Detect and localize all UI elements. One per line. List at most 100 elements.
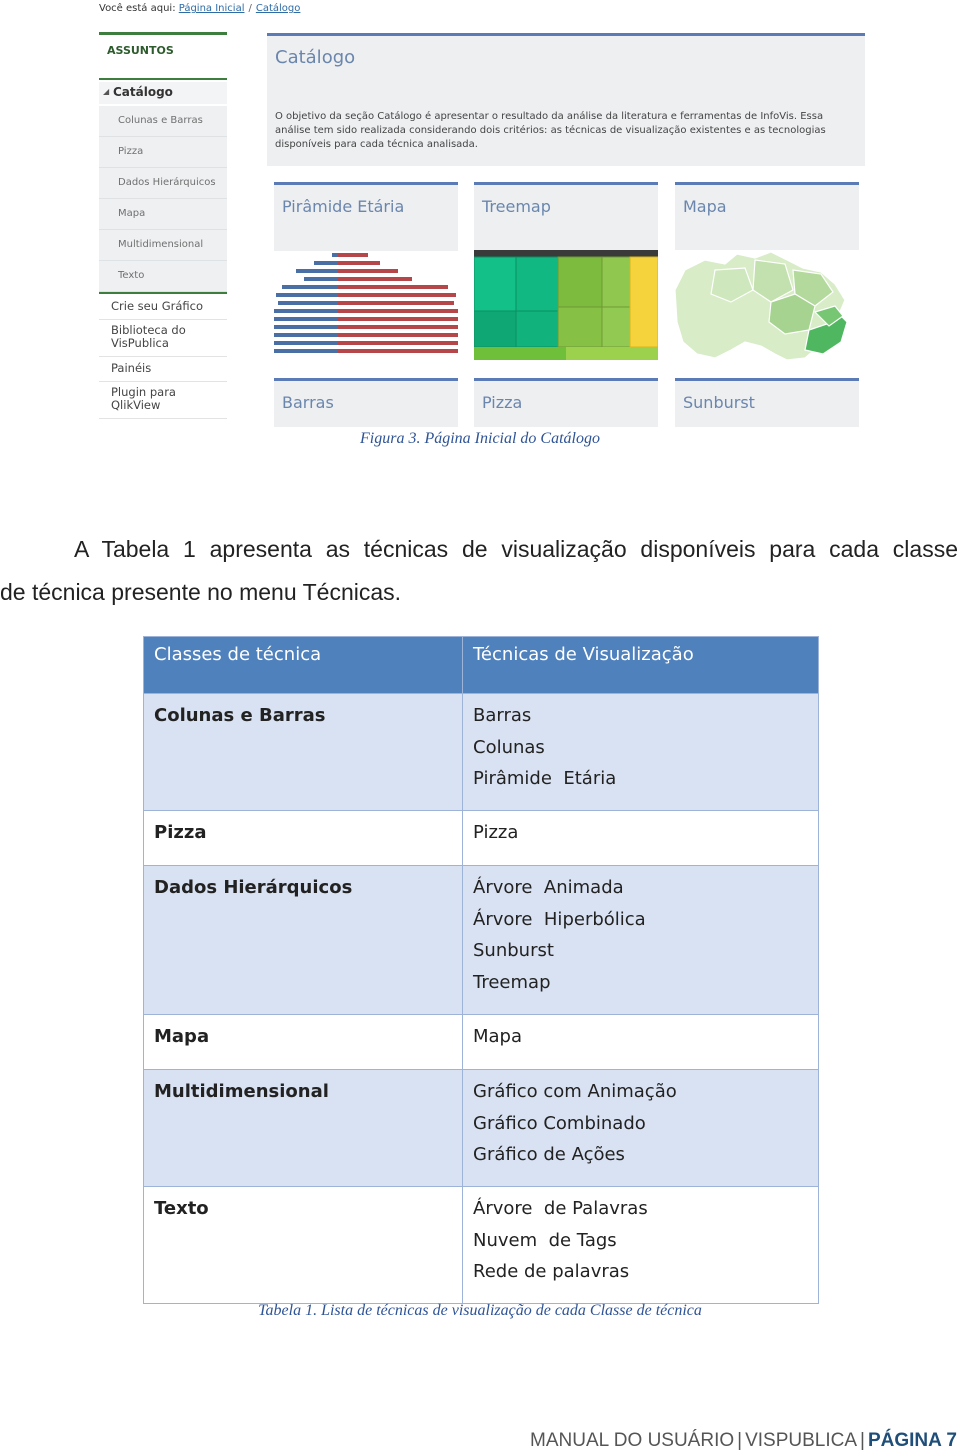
- table-row: Multidimensional Gráfico com Animação Gráf…: [143, 1069, 819, 1187]
- treemap-graphic: [474, 250, 658, 360]
- sidebar-subitem-dados-hierarquicos[interactable]: Dados Hierárquicos: [99, 168, 227, 199]
- technique-item: Árvore Animada: [473, 877, 624, 898]
- table-cell-class: Pizza: [143, 810, 463, 866]
- table-cell-techniques: Mapa: [462, 1014, 819, 1070]
- population-pyramid-graphic: [274, 253, 458, 353]
- sidebar-item-catalogo[interactable]: ◢ Catálogo: [99, 82, 227, 104]
- sidebar-item-label: Painéis: [111, 361, 152, 375]
- page-footer: MANUAL DO USUÁRIO | VISPUBLICA | PÁGINA 7: [530, 1430, 957, 1452]
- techniques-table: Classes de técnica Técnicas de Visualiza…: [143, 636, 819, 1304]
- technique-item: Pirâmide Etária: [473, 768, 617, 790]
- sidebar-subitem-label: Texto: [118, 270, 145, 281]
- technique-item: Gráfico de Ações: [473, 1144, 625, 1166]
- sidebar-subitem-label: Mapa: [118, 208, 146, 219]
- footer-product: VISPUBLICA: [745, 1430, 858, 1451]
- sidebar-item-paineis[interactable]: Painéis: [99, 357, 227, 382]
- catalog-description: O objetivo da seção Catálogo é apresenta…: [275, 111, 826, 150]
- expand-triangle-icon: ◢: [103, 87, 110, 96]
- table-row: Texto Árvore de Palavras Nuvem de Tags Rede…: [143, 1186, 819, 1304]
- tile-title: Sunburst: [683, 393, 755, 412]
- table-cell-class: Dados Hierárquicos: [143, 865, 463, 1015]
- technique-item: Mapa: [473, 1026, 523, 1047]
- technique-item: Gráfico com Animação: [473, 1081, 677, 1102]
- technique-item: Rede de palavras: [473, 1261, 630, 1283]
- breadcrumb-prefix: Você está aqui:: [99, 3, 176, 14]
- technique-item: Nuvem de Tags: [473, 1229, 617, 1251]
- table-header-classes: Classes de técnica: [143, 636, 463, 694]
- tile-barras[interactable]: Barras: [274, 378, 458, 427]
- tile-title: Barras: [282, 393, 334, 412]
- paragraph-line-1: A Tabela 1 apresenta as técnicas de visu…: [74, 536, 958, 562]
- tile-title: Mapa: [683, 197, 727, 216]
- tile-piramide-etaria[interactable]: Pirâmide Etária: [274, 182, 458, 251]
- technique-item: Gráfico Combinado: [473, 1112, 646, 1134]
- tile-mapa[interactable]: Mapa: [675, 182, 859, 251]
- sidebar-subitem-mapa[interactable]: Mapa: [99, 199, 227, 230]
- sidebar-header-rule: [99, 78, 227, 80]
- tile-sunburst[interactable]: Sunburst: [675, 378, 859, 427]
- tile-title: Pizza: [482, 393, 523, 412]
- technique-item: Sunburst: [473, 940, 554, 962]
- technique-item: Barras: [473, 705, 532, 726]
- sidebar-subitem-pizza[interactable]: Pizza: [99, 137, 227, 168]
- sidebar-subitem-label: Colunas e Barras: [118, 115, 203, 126]
- table-cell-class: Texto: [143, 1186, 463, 1304]
- tile-treemap[interactable]: Treemap: [474, 182, 658, 251]
- breadcrumb-separator: /: [248, 3, 252, 14]
- technique-item: Colunas: [473, 736, 545, 758]
- breadcrumb-home-link[interactable]: Página Inicial: [179, 3, 245, 14]
- sidebar-header: ASSUNTOS: [107, 44, 174, 57]
- catalog-title: Catálogo: [275, 47, 356, 68]
- sidebar-item-label: Plugin para QlikView: [111, 385, 176, 412]
- footer-separator: |: [860, 1430, 865, 1451]
- sidebar: ASSUNTOS ◢ Catálogo Colunas e Barras Piz…: [99, 32, 227, 420]
- tile-title: Pirâmide Etária: [282, 197, 405, 216]
- sidebar-item-label: Biblioteca do VisPublica: [111, 323, 186, 350]
- table-cell-class: Mapa: [143, 1014, 463, 1070]
- table-row: Colunas e Barras Barras Colunas Pirâmide Et…: [143, 693, 819, 811]
- table-row: Mapa Mapa: [143, 1014, 819, 1070]
- sidebar-item-crie-grafico[interactable]: Crie seu Gráfico: [99, 295, 227, 320]
- footer-manual: MANUAL DO USUÁRIO: [530, 1430, 735, 1451]
- table-header-tecnicas: Técnicas de Visualização: [462, 636, 819, 694]
- sidebar-item-plugin-qlikview[interactable]: Plugin para QlikView: [99, 382, 227, 419]
- figure-caption: Figura 3. Página Inicial do Catálogo: [360, 430, 600, 447]
- treemap-thumbnail: [474, 250, 658, 360]
- tile-title: Treemap: [482, 197, 551, 216]
- brazil-map-graphic: [675, 251, 848, 360]
- sidebar-item-label: Crie seu Gráfico: [111, 299, 203, 313]
- footer-page-number: PÁGINA 7: [867, 1430, 957, 1451]
- technique-item: Árvore Hiperbólica: [473, 908, 646, 930]
- paragraph-line-2: de técnica presente no menu Técnicas.: [0, 579, 402, 605]
- sidebar-subitem-label: Multidimensional: [118, 239, 204, 250]
- table-cell-class: Multidimensional: [143, 1069, 463, 1187]
- table-cell-techniques: Árvore Animada Árvore Hiperbólica Sunburst…: [462, 865, 819, 1015]
- sidebar-section-rule: [99, 292, 227, 294]
- table-cell-techniques: Árvore de Palavras Nuvem de Tags Rede de p…: [462, 1186, 819, 1304]
- tile-pizza[interactable]: Pizza: [474, 378, 658, 427]
- table-cell-techniques: Barras Colunas Pirâmide Etária: [462, 693, 819, 811]
- table-row: Dados Hierárquicos Árvore Animada Árvore H…: [143, 865, 819, 1015]
- map-thumbnail: [675, 250, 859, 360]
- breadcrumb-current-link[interactable]: Catálogo: [256, 3, 301, 14]
- sidebar-subitem-colunas-barras[interactable]: Colunas e Barras: [99, 106, 227, 137]
- pyramid-thumbnail: [274, 250, 458, 360]
- footer-separator: |: [737, 1430, 743, 1451]
- sidebar-top-rule: [99, 32, 227, 35]
- catalog-panel: Catálogo O objetivo da seção Catálogo é …: [267, 33, 865, 166]
- table-body: Colunas e Barras Barras Colunas Pirâmide Et…: [143, 693, 819, 1304]
- sidebar-item-label: Catálogo: [113, 85, 173, 99]
- sidebar-item-biblioteca[interactable]: Biblioteca do VisPublica: [99, 320, 227, 357]
- table-cell-techniques: Gráfico com Animação Gráfico Combinado Grá…: [462, 1069, 819, 1187]
- sidebar-subitem-texto[interactable]: Texto: [99, 261, 227, 292]
- sidebar-subitem-label: Dados Hierárquicos: [118, 177, 216, 188]
- table-cell-techniques: Pizza: [462, 810, 819, 866]
- table-row: Pizza Pizza: [143, 810, 819, 866]
- technique-item: Árvore de Palavras: [473, 1198, 648, 1219]
- body-paragraph: A Tabela 1 apresenta as técnicas de visu…: [0, 528, 960, 614]
- sidebar-subitem-label: Pizza: [118, 146, 144, 157]
- table-cell-class: Colunas e Barras: [143, 693, 463, 811]
- technique-item: Pizza: [473, 822, 519, 843]
- sidebar-subitem-multidimensional[interactable]: Multidimensional: [99, 230, 227, 261]
- table-caption: Tabela 1. Lista de técnicas de visualiza…: [258, 1302, 702, 1319]
